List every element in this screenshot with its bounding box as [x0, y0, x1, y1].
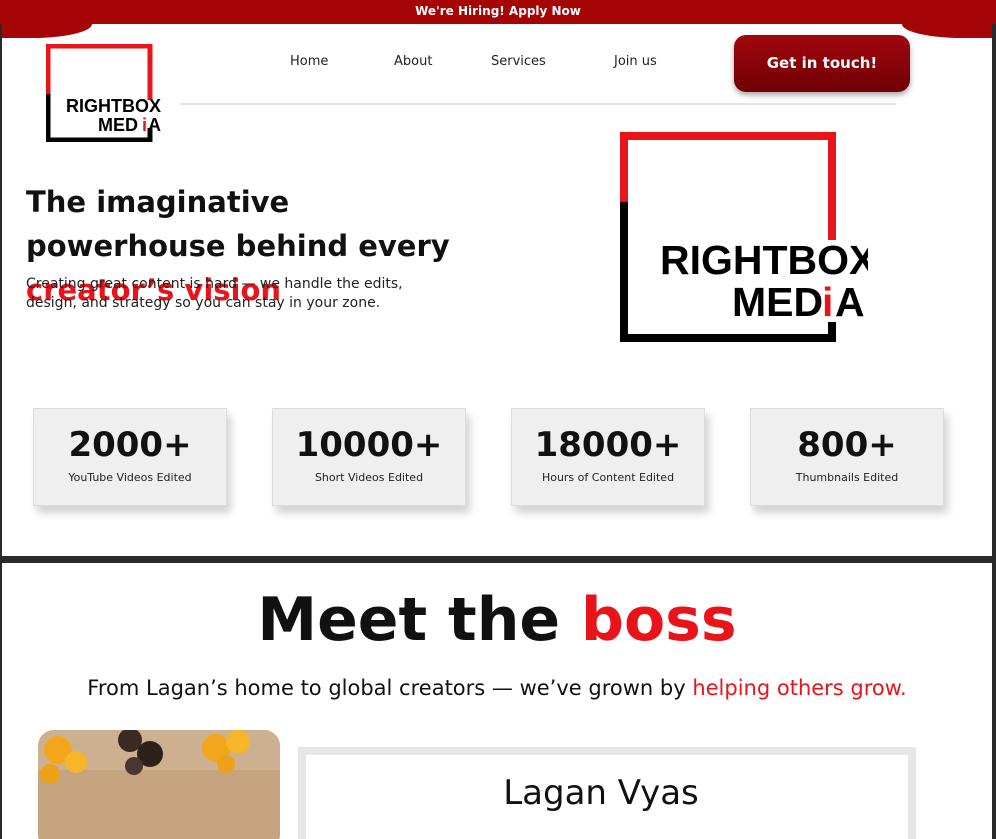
- stat-value: 2000+: [68, 425, 192, 465]
- hiring-banner-text[interactable]: We're Hiring! Apply Now: [415, 4, 581, 18]
- nav-divider: [180, 103, 896, 105]
- stat-card-hours: 18000+ Hours of Content Edited: [511, 408, 705, 506]
- stat-card-youtube: 2000+ YouTube Videos Edited: [33, 408, 227, 506]
- hero-subtext: Creating great content is hard — we hand…: [26, 276, 403, 311]
- boss-title-main: Meet the: [257, 585, 582, 655]
- logo-text-line1: RIGHTBOX: [66, 96, 161, 116]
- header-curve-right: [902, 24, 992, 38]
- stat-label: Short Videos Edited: [314, 471, 424, 484]
- boss-name-card: Lagan Vyas: [306, 755, 908, 839]
- boss-subtitle-main: From Lagan’s home to global creators — w…: [87, 676, 693, 700]
- logo-text-line2-c: A: [148, 115, 161, 135]
- stat-value: 10000+: [295, 425, 443, 465]
- main-nav: Home About Services Join us: [252, 54, 672, 74]
- logo-text-line2-a: MED: [98, 115, 138, 135]
- stats-row: 2000+ YouTube Videos Edited 10000+ Short…: [2, 408, 992, 518]
- get-in-touch-button[interactable]: Get in touch!: [734, 35, 910, 92]
- stat-label: YouTube Videos Edited: [68, 471, 192, 484]
- boss-subtitle-accent: helping others grow.: [692, 676, 907, 700]
- boss-title-accent: boss: [581, 585, 737, 655]
- hiring-banner[interactable]: We're Hiring! Apply Now: [0, 0, 996, 24]
- stat-card-thumbnails: 800+ Thumbnails Edited: [750, 408, 944, 506]
- stat-label: Hours of Content Edited: [541, 471, 675, 484]
- header-curve-left: [2, 24, 92, 38]
- logo-text-line2-b: i: [142, 115, 147, 135]
- boss-photo-image: [38, 730, 280, 839]
- nav-about[interactable]: About: [394, 54, 432, 69]
- stat-card-shorts: 10000+ Short Videos Edited: [272, 408, 466, 506]
- meet-the-boss-section: Meet the boss From Lagan’s home to globa…: [2, 563, 992, 839]
- boss-title: Meet the boss: [2, 585, 992, 655]
- boss-photo: [38, 730, 280, 839]
- hero-section: RIGHTBOX MED i A Home About Services Joi…: [2, 24, 992, 556]
- stat-label: Thumbnails Edited: [795, 471, 899, 484]
- hero-logo-line2-b: i: [822, 279, 833, 325]
- hero-logo: RIGHTBOX MED i A: [620, 132, 868, 342]
- boss-name: Lagan Vyas: [503, 773, 699, 813]
- brand-logo[interactable]: RIGHTBOX MED i A: [46, 44, 162, 142]
- hero-logo-line2-c: A: [835, 279, 865, 325]
- stat-value: 18000+: [534, 425, 682, 465]
- nav-join-us[interactable]: Join us: [614, 54, 657, 69]
- stat-value: 800+: [797, 425, 897, 465]
- hero-logo-line1: RIGHTBOX: [660, 237, 868, 283]
- boss-subtitle: From Lagan’s home to global creators — w…: [2, 676, 992, 700]
- nav-home[interactable]: Home: [290, 54, 328, 69]
- hero-logo-line2-a: MED: [732, 279, 823, 325]
- hero-headline-main: The imaginative powerhouse behind every: [26, 185, 450, 263]
- nav-services[interactable]: Services: [491, 54, 546, 69]
